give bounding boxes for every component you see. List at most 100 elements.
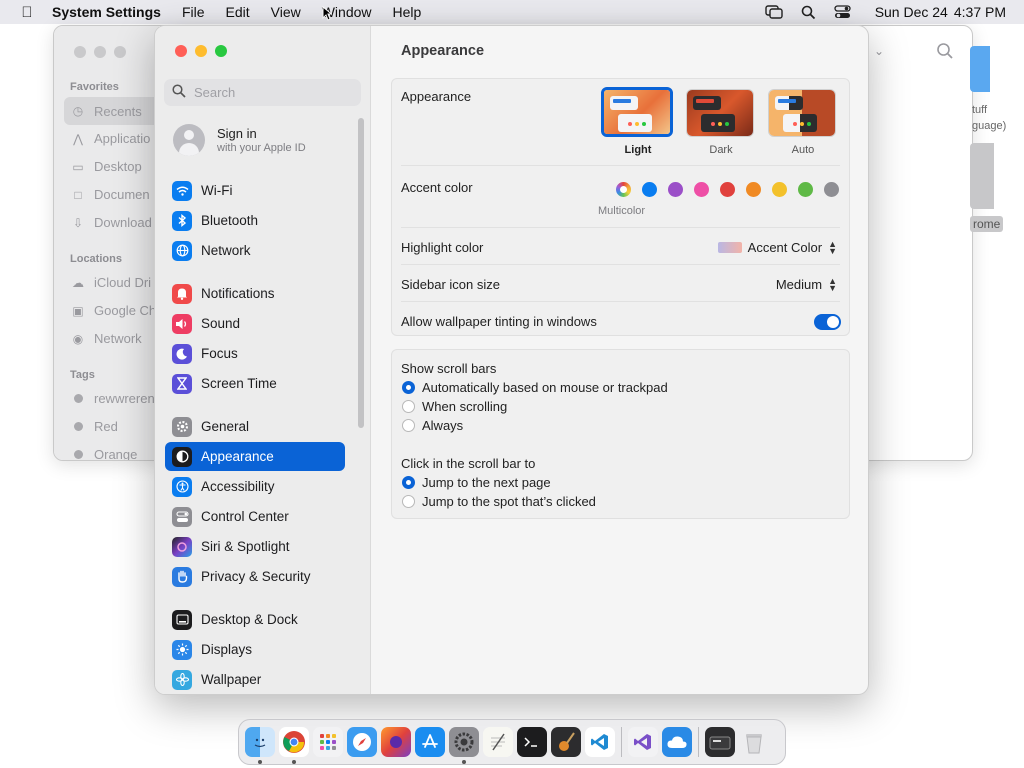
menu-file[interactable]: File [182,4,205,20]
finder-item-applications[interactable]: ⋀ Applicatio [70,131,150,146]
multicolor-label: Multicolor [598,205,646,217]
spotlight-search-icon[interactable] [801,5,816,20]
sidebar-item-label: Network [201,243,251,258]
radio-button[interactable] [402,381,415,394]
wallpaper-tinting-label: Allow wallpaper tinting in windows [401,314,597,329]
apple-id-signin[interactable]: Sign in with your Apple ID [173,124,306,156]
accent-green-swatch[interactable] [798,182,813,197]
sidebar-item-network[interactable]: Network [165,236,345,265]
garageband-icon[interactable] [551,727,581,757]
screen-mirroring-icon[interactable] [764,5,783,19]
finder-tag[interactable]: Orange [70,447,137,460]
theme-light[interactable]: Light [601,87,673,156]
icloud-icon[interactable] [662,727,692,757]
sidebar-item-control-center[interactable]: Control Center [165,502,345,531]
menu-view[interactable]: View [271,4,301,20]
finder-tag[interactable]: Red [70,419,118,434]
menu-edit[interactable]: Edit [226,4,250,20]
sidebar-scrollbar[interactable] [358,118,364,428]
finder-item-network[interactable]: ◉ Network [70,331,142,346]
chevron-down-icon[interactable]: ⌄ [874,44,884,58]
launchpad-icon[interactable] [313,727,343,757]
minimize-button[interactable] [195,45,207,57]
finder-item-icloud[interactable]: ☁ iCloud Dri [70,275,151,290]
sidebar-item-displays[interactable]: Displays [165,635,345,664]
sidebar-item-bluetooth[interactable]: Bluetooth [165,206,345,235]
scroll-option-when-scrolling[interactable]: When scrolling [402,399,507,414]
vscode-icon[interactable] [585,727,615,757]
menu-extras: Sun Dec 24 4:37 PM [747,0,1006,24]
apple-menu-icon[interactable]:  [16,4,38,21]
safari-icon[interactable] [347,727,377,757]
close-button[interactable] [175,45,187,57]
scroll-option-automatic[interactable]: Automatically based on mouse or trackpad [402,380,668,395]
accent-yellow-swatch[interactable] [772,182,787,197]
finder-item-documents[interactable]: □ Documen [70,187,149,202]
bell-icon [172,283,192,304]
accent-pink-swatch[interactable] [694,182,709,197]
finder-item-recents[interactable]: ◷ Recents [64,97,164,125]
radio-button[interactable] [402,400,415,413]
desktop-drive-icon[interactable] [970,143,994,209]
sidebar-item-privacy-security[interactable]: Privacy & Security [165,562,345,591]
accent-multicolor-swatch[interactable] [616,182,631,197]
accent-blue-swatch[interactable] [642,182,657,197]
radio-button[interactable] [402,476,415,489]
textedit-icon[interactable] [483,727,513,757]
radio-button[interactable] [402,495,415,508]
menu-clock[interactable]: Sun Dec 24 4:37 PM [869,4,1006,20]
sidebar-item-wallpaper[interactable]: Wallpaper [165,665,345,694]
finder-icon[interactable] [245,727,275,764]
radio-button[interactable] [402,419,415,432]
click-option-next-page[interactable]: Jump to the next page [402,475,551,490]
finder-tag[interactable]: rewwreren [70,391,155,406]
sidebar-item-desktop-dock[interactable]: Desktop & Dock [165,605,345,634]
app-store-icon[interactable] [415,727,445,757]
show-scroll-bars-label: Show scroll bars [401,361,497,376]
accent-red-swatch[interactable] [720,182,735,197]
accent-purple-swatch[interactable] [668,182,683,197]
chrome-icon[interactable] [279,727,309,764]
menu-bar:  System Settings File Edit View Window … [0,0,1024,24]
sidebar-item-screen-time[interactable]: Screen Time [165,369,345,398]
finder-item-downloads[interactable]: ⇩ Download [70,215,152,230]
finder-traffic-lights[interactable] [74,46,134,58]
visual-studio-icon[interactable] [628,727,658,757]
accent-orange-swatch[interactable] [746,182,761,197]
finder-item-desktop[interactable]: ▭ Desktop [70,159,141,174]
zoom-button[interactable] [215,45,227,57]
search-input[interactable] [194,85,354,100]
sidebar-item-sound[interactable]: Sound [165,309,345,338]
terminal-icon[interactable] [517,727,547,757]
sidebar-item-appearance[interactable]: Appearance [165,442,345,471]
sidebar-item-label: Focus [201,346,238,361]
sidebar-item-accessibility[interactable]: Accessibility [165,472,345,501]
sun-icon [172,639,192,660]
theme-auto[interactable]: Auto [768,89,838,156]
control-center-icon[interactable] [834,5,851,19]
sidebar-icon-size-popup[interactable]: Medium ▲ ▼ [776,276,837,292]
scroll-option-always[interactable]: Always [402,418,463,433]
highlight-color-popup[interactable]: Accent Color ▲ ▼ [717,239,837,255]
accent-graphite-swatch[interactable] [824,182,839,197]
trash-icon[interactable] [739,727,769,757]
sidebar-item-focus[interactable]: Focus [165,339,345,368]
menu-app-name[interactable]: System Settings [52,4,161,20]
system-settings-icon[interactable] [449,727,479,764]
sidebar-item-notifications[interactable]: Notifications [165,279,345,308]
sidebar-item-siri-spotlight[interactable]: Siri & Spotlight [165,532,345,561]
sidebar-item-general[interactable]: General [165,412,345,441]
theme-dark[interactable]: Dark [686,89,756,156]
wallpaper-tinting-toggle[interactable] [814,314,841,330]
desktop-drive-label: rome [970,216,1004,232]
click-option-spot-clicked[interactable]: Jump to the spot that’s clicked [402,494,596,509]
sidebar-item-wifi[interactable]: Wi-Fi [165,176,345,205]
sidebar-item-label: Siri & Spotlight [201,539,290,554]
sidebar-search[interactable] [164,79,361,106]
firefox-icon[interactable] [381,727,411,757]
menu-help[interactable]: Help [393,4,422,20]
screenshot-icon[interactable] [705,727,735,757]
finder-item-google-chrome[interactable]: ▣ Google Ch [70,303,156,318]
search-icon[interactable] [936,42,954,65]
desktop-file-icon[interactable] [970,46,990,92]
